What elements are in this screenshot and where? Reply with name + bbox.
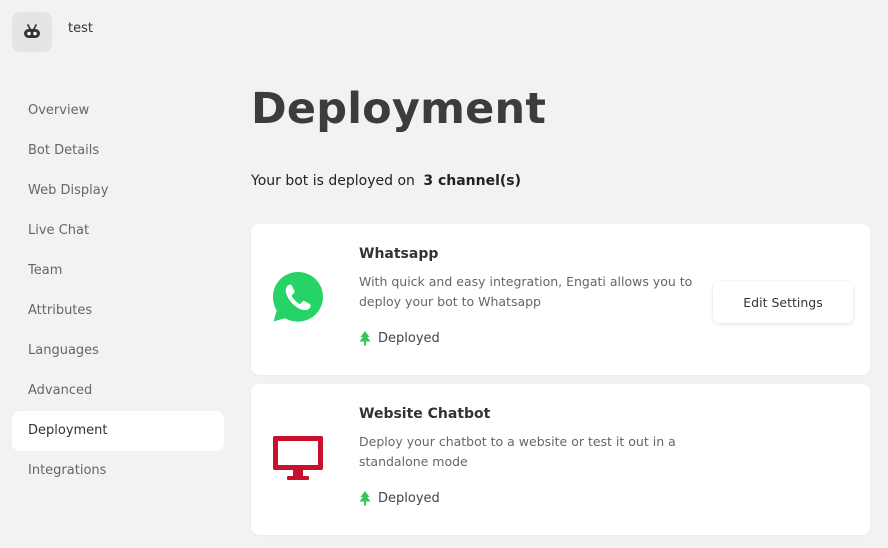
sidebar-item-deployment[interactable]: Deployment <box>12 411 224 451</box>
sidebar-item-bot-details[interactable]: Bot Details <box>12 131 224 171</box>
whatsapp-icon <box>271 270 325 324</box>
page-title: Deployment <box>251 84 547 134</box>
status-label: Deployed <box>378 491 440 506</box>
sidebar-item-languages[interactable]: Languages <box>12 331 224 371</box>
bot-header: test <box>12 12 93 52</box>
summary-text: Your bot is deployed on <box>251 173 415 189</box>
sidebar-item-attributes[interactable]: Attributes <box>12 291 224 331</box>
status-badge: Deployed <box>359 331 440 346</box>
sidebar-item-advanced[interactable]: Advanced <box>12 371 224 411</box>
robot-icon[interactable] <box>12 12 52 52</box>
tree-icon <box>359 331 371 346</box>
channel-description: With quick and easy integration, Engati … <box>359 274 693 309</box>
sidebar-item-live-chat[interactable]: Live Chat <box>12 211 224 251</box>
channel-description: Deploy your chatbot to a website or test… <box>359 434 676 469</box>
deployment-summary: Your bot is deployed on 3 channel(s) <box>251 173 521 189</box>
channel-name: Whatsapp <box>359 246 439 262</box>
main-content: Deployment Your bot is deployed on 3 cha… <box>251 0 871 548</box>
sidebar-item-team[interactable]: Team <box>12 251 224 291</box>
sidebar-item-integrations[interactable]: Integrations <box>12 451 224 491</box>
channel-count: 3 channel(s) <box>423 173 522 189</box>
channel-card-whatsapp: Whatsapp With quick and easy integration… <box>251 224 870 375</box>
sidebar: Overview Bot Details Web Display Live Ch… <box>12 91 224 491</box>
app: test Overview Bot Details Web Display Li… <box>0 0 888 548</box>
channel-card-website-chatbot: Website Chatbot Deploy your chatbot to a… <box>251 384 870 535</box>
channel-name: Website Chatbot <box>359 406 491 422</box>
monitor-icon <box>271 430 325 484</box>
tree-icon <box>359 491 371 506</box>
bot-name: test <box>68 20 93 36</box>
status-badge: Deployed <box>359 491 440 506</box>
sidebar-item-web-display[interactable]: Web Display <box>12 171 224 211</box>
sidebar-item-overview[interactable]: Overview <box>12 91 224 131</box>
status-label: Deployed <box>378 331 440 346</box>
edit-settings-button[interactable]: Edit Settings <box>713 281 853 323</box>
